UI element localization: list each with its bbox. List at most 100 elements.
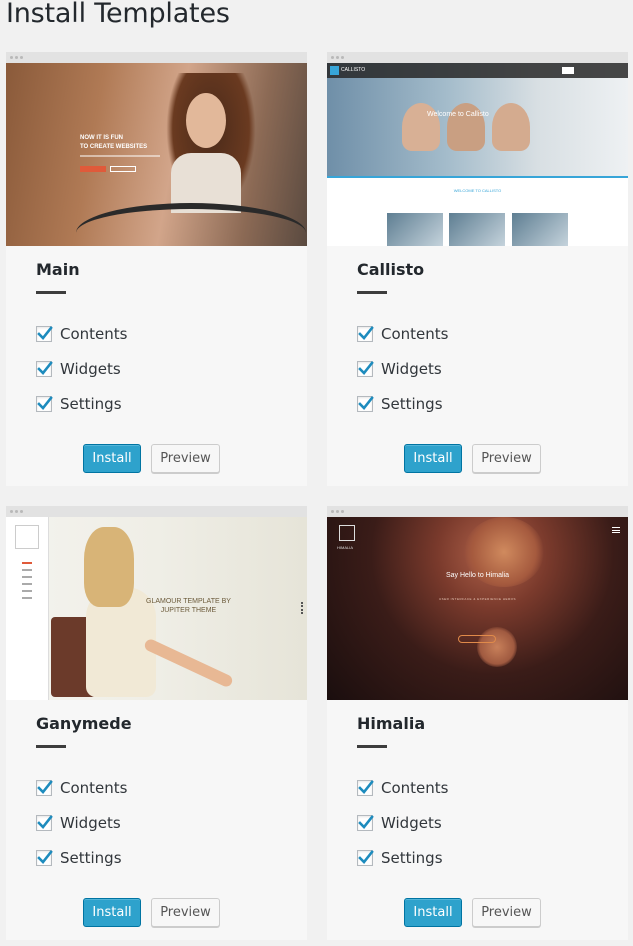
window-dot-icon [336,56,339,59]
window-dot-icon [336,510,339,513]
thumbnail-section-title: WELCOME TO CALLISTO [453,188,502,193]
option-label: Settings [381,395,443,413]
browser-bar [6,52,307,63]
template-thumbnail: NOW IT IS FUN TO CREATE WEBSITES [6,63,307,246]
template-card-himalia: HIMALIA Say Hello to Himalia USER INTERF… [327,506,628,940]
option-settings[interactable]: Settings [357,394,443,414]
more-dots-icon [301,602,303,614]
page-title: Install Templates [6,0,230,29]
checkbox-checked[interactable] [357,326,374,342]
thumbnail-logo-text: HIMALIA [337,545,354,550]
template-thumbnail: HIMALIA Say Hello to Himalia USER INTERF… [327,517,628,700]
name-underline [36,291,66,294]
checkbox-checked[interactable] [36,850,53,866]
browser-bar [6,506,307,517]
option-widgets[interactable]: Widgets [357,813,442,833]
option-label: Settings [60,395,122,413]
option-contents[interactable]: Contents [357,324,448,344]
window-dot-icon [20,56,23,59]
option-contents[interactable]: Contents [36,324,127,344]
checkbox-checked[interactable] [36,326,53,342]
option-settings[interactable]: Settings [357,848,443,868]
window-dot-icon [15,56,18,59]
browser-bar [327,52,628,63]
name-underline [357,291,387,294]
checkmark-icon [358,361,374,375]
option-label: Widgets [381,814,442,832]
checkmark-icon [37,361,53,375]
window-dot-icon [341,510,344,513]
checkbox-checked[interactable] [357,361,374,377]
template-name: Callisto [357,260,425,279]
checkbox-checked[interactable] [357,396,374,412]
checkmark-icon [358,396,374,410]
logo-icon [339,525,355,541]
template-thumbnail: GLAMOUR TEMPLATE BY JUPITER THEME [6,517,307,700]
option-label: Contents [60,325,128,343]
preview-button[interactable]: Preview [472,444,541,473]
thumbnail-headline: Say Hello to Himalia [445,572,510,579]
checkmark-icon [37,815,53,829]
option-settings[interactable]: Settings [36,848,122,868]
option-label: Settings [381,849,443,867]
option-widgets[interactable]: Widgets [357,359,442,379]
preview-button[interactable]: Preview [151,444,220,473]
template-card-ganymede: GLAMOUR TEMPLATE BY JUPITER THEME Ganyme… [6,506,307,940]
option-label: Widgets [60,814,121,832]
template-name: Main [36,260,80,279]
thumbnail-headline: Welcome to Callisto [427,111,489,118]
template-name: Himalia [357,714,426,733]
option-settings[interactable]: Settings [36,394,122,414]
option-label: Contents [60,779,128,797]
install-button[interactable]: Install [83,898,141,927]
window-dot-icon [331,510,334,513]
checkbox-checked[interactable] [36,361,53,377]
preview-button[interactable]: Preview [151,898,220,927]
checkbox-checked[interactable] [36,396,53,412]
checkbox-checked[interactable] [357,815,374,831]
window-dot-icon [331,56,334,59]
option-contents[interactable]: Contents [357,778,448,798]
option-widgets[interactable]: Widgets [36,813,121,833]
window-dot-icon [341,56,344,59]
window-dot-icon [10,56,13,59]
thumbnail-headline: NOW IT IS FUN TO CREATE WEBSITES [80,135,148,150]
install-button[interactable]: Install [83,444,141,473]
checkmark-icon [358,815,374,829]
option-contents[interactable]: Contents [36,778,127,798]
checkmark-icon [358,780,374,794]
checkmark-icon [358,850,374,864]
option-label: Contents [381,779,449,797]
option-label: Settings [60,849,122,867]
window-dot-icon [10,510,13,513]
option-label: Contents [381,325,449,343]
window-dot-icon [20,510,23,513]
checkmark-icon [37,850,53,864]
preview-button[interactable]: Preview [472,898,541,927]
name-underline [357,745,387,748]
option-widgets[interactable]: Widgets [36,359,121,379]
option-label: Widgets [381,360,442,378]
install-button[interactable]: Install [404,898,462,927]
thumbnail-logo-text: CALLISTO [341,67,366,73]
logo-icon [15,525,39,549]
browser-bar [327,506,628,517]
template-name: Ganymede [36,714,132,733]
checkmark-icon [358,326,374,340]
window-dot-icon [15,510,18,513]
logo-icon [330,66,339,75]
checkbox-checked[interactable] [36,780,53,796]
checkbox-checked[interactable] [357,780,374,796]
template-card-main: NOW IT IS FUN TO CREATE WEBSITES Main Co… [6,52,307,486]
thumbnail-headline: GLAMOUR TEMPLATE BY JUPITER THEME [146,598,231,614]
install-button[interactable]: Install [404,444,462,473]
name-underline [36,745,66,748]
checkbox-checked[interactable] [357,850,374,866]
checkmark-icon [37,780,53,794]
hamburger-menu-icon [612,527,620,533]
option-label: Widgets [60,360,121,378]
thumbnail-subline: USER INTERFACE & EXPERIENCE HEROS [438,597,516,601]
checkbox-checked[interactable] [36,815,53,831]
checkmark-icon [37,326,53,340]
template-card-callisto: CALLISTO Welcome to Callisto WELCOME TO … [327,52,628,486]
